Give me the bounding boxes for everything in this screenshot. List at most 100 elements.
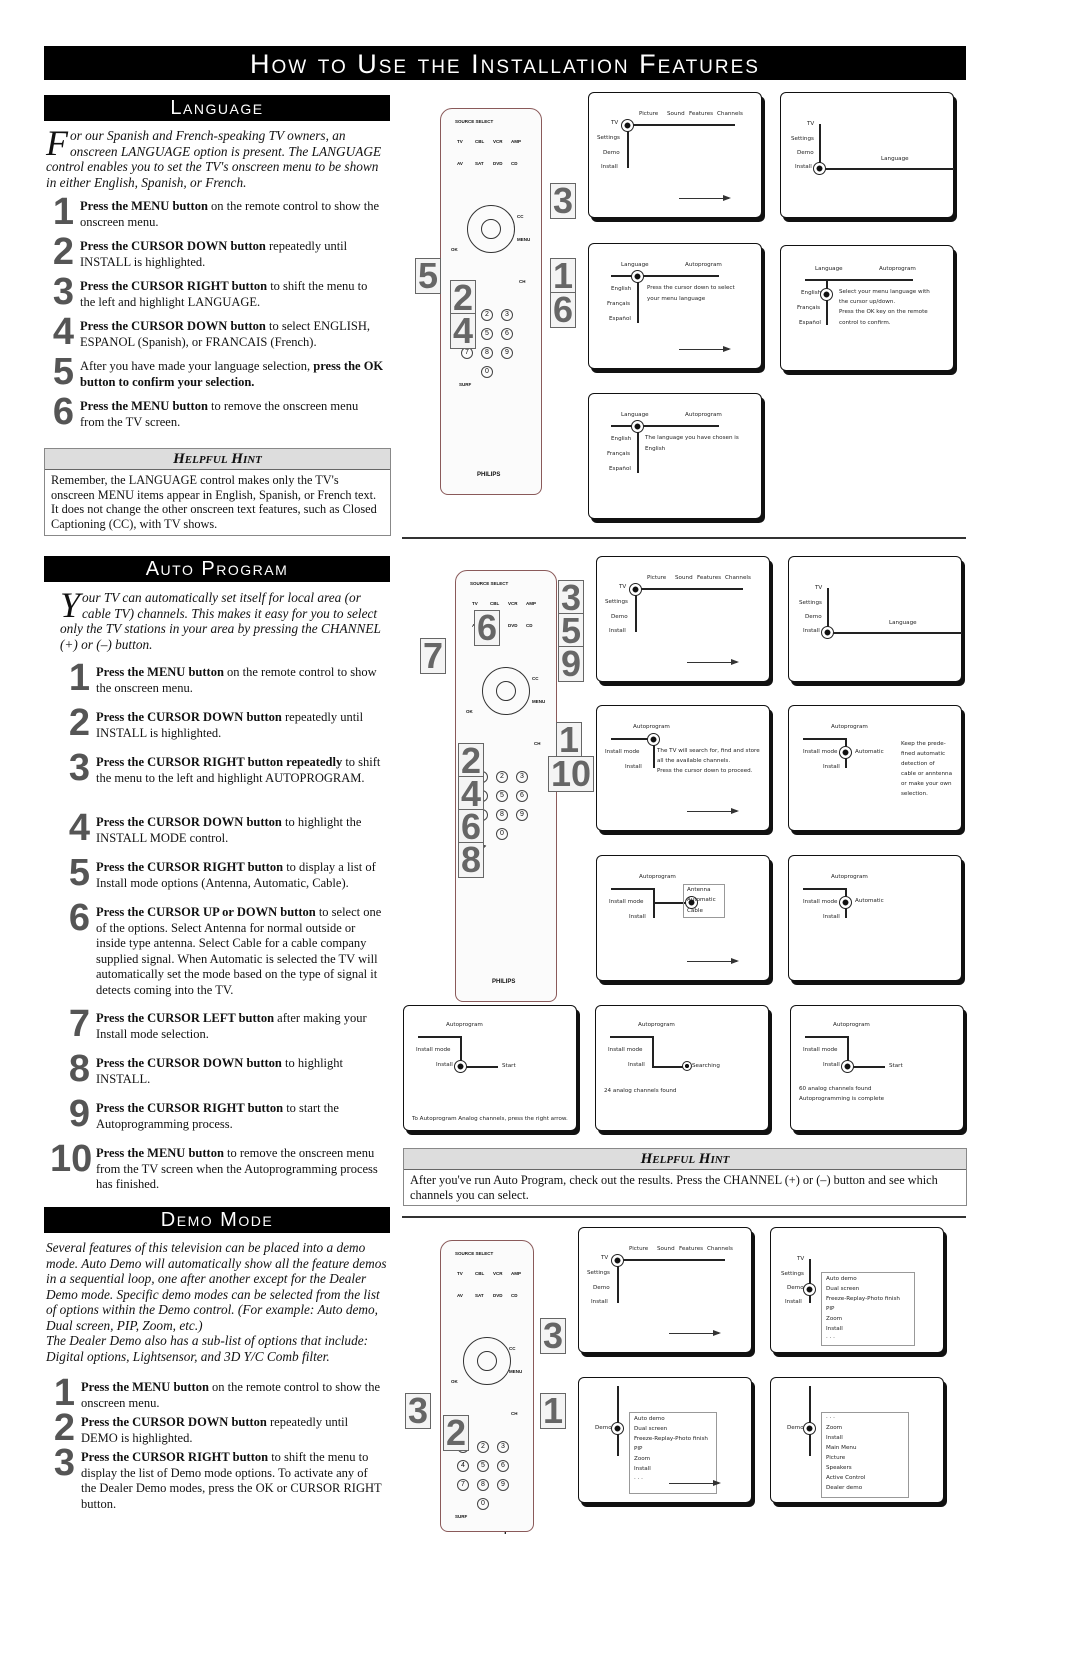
menu-line (418, 1036, 460, 1038)
menu-label: Zoom (826, 1316, 843, 1322)
callout-number: 3 (550, 183, 577, 219)
step-6: 6 Press the MENU button to remove the ons… (53, 393, 385, 431)
menu-label: Français (607, 301, 631, 307)
digit-button: 0 (477, 1498, 489, 1510)
remote-control-illustration: SOURCE SELECT TV CBL VCR AMP AV SAT DVD CD MENU OK… (440, 1240, 534, 1532)
remote-label: OK (451, 1379, 458, 1384)
step-text: Press the CURSOR UP or DOWN button to se… (96, 905, 382, 997)
remote-label: CBL (490, 601, 500, 606)
tv-screen-main-menu: Picture Sound Features Channels TV Settings D… (588, 92, 762, 218)
cursor-icon (839, 746, 852, 759)
step-3: 3 Press the CURSOR RIGHT button to shift … (53, 273, 385, 311)
digit-button: 0 (481, 366, 493, 378)
menu-label: Install (823, 914, 840, 920)
menu-label: Sound (657, 1246, 675, 1252)
menu-label: Main Menu (826, 1445, 857, 1451)
menu-label: Install (803, 628, 820, 634)
menu-label: Active Control (826, 1475, 866, 1481)
tv-screen-install-menu: TV Settings Demo Install Language (788, 556, 962, 682)
step-number: 5 (68, 852, 90, 894)
menu-label: TV (815, 585, 823, 591)
digit-button: 5 (496, 790, 508, 802)
step-text: Press the MENU button on the remote cont… (81, 1380, 381, 1410)
step-6: 6 Press the CURSOR UP or DOWN button to s… (69, 899, 388, 998)
step-number: 5 (52, 351, 74, 393)
menu-line (611, 425, 719, 427)
callout-number: 2 (443, 1415, 470, 1451)
step-number: 4 (52, 311, 74, 353)
remote-label: TV (457, 1271, 463, 1276)
menu-line (611, 888, 653, 890)
step-number: 6 (68, 897, 90, 939)
menu-label: Install (823, 1062, 840, 1068)
menu-label: Install mode (605, 749, 640, 755)
menu-label: Demo (593, 1285, 610, 1291)
remote-label: DVD (508, 623, 518, 628)
remote-label: AMP (526, 601, 536, 606)
tv-screen-install-menu: TV Settings Demo Install Language (780, 92, 954, 218)
cursor-icon (839, 896, 852, 909)
digit-button: 8 (496, 809, 508, 821)
menu-label: Features (697, 575, 722, 581)
cursor-icon (682, 1061, 692, 1071)
menu-label: Autoprogram (685, 262, 722, 268)
cursor-icon (629, 583, 642, 596)
menu-label: Speakers (826, 1465, 852, 1471)
step-text: Press the CURSOR DOWN button to highligh… (96, 1056, 344, 1086)
language-helpful-hint: Helpful Hint Remember, the LANGUAGE cont… (44, 448, 391, 536)
remote-label: OK (466, 709, 473, 714)
menu-line (821, 1272, 915, 1346)
remote-label: VCR (493, 1271, 503, 1276)
intro-text-2: The Dealer Demo also has a sub-list of o… (46, 1333, 369, 1364)
step-text: Press the CURSOR DOWN button repeatedly … (80, 239, 348, 269)
menu-label: Install (601, 164, 618, 170)
menu-label: Press the cursor down to select (647, 285, 735, 291)
digit-button: 2 (477, 1441, 489, 1453)
menu-label: Cable (687, 908, 703, 914)
menu-line (803, 738, 845, 740)
remote-label: AMP (511, 139, 521, 144)
step-text: Press the MENU button to remove the onsc… (96, 1146, 378, 1191)
callout-number: 1 (540, 1393, 567, 1429)
menu-line (635, 588, 743, 590)
menu-line (611, 275, 719, 277)
hint-title: Helpful Hint (404, 1149, 966, 1170)
menu-line (827, 632, 962, 634)
menu-label: Antenna (687, 887, 711, 893)
menu-label: Demo (797, 150, 814, 156)
hint-text: Remember, the LANGUAGE control makes onl… (51, 473, 377, 531)
menu-label: Automatic (855, 898, 884, 904)
callout-number: 7 (420, 638, 447, 674)
remote-label: DVD (493, 161, 503, 166)
menu-label: Install (785, 1299, 802, 1305)
cursor-icon (820, 288, 833, 301)
digit-button: 9 (516, 809, 528, 821)
remote-label: DVD (493, 1293, 503, 1298)
intro-text: or our Spanish and French-speaking TV ow… (46, 128, 382, 190)
menu-label: Autoprogram (685, 412, 722, 418)
callout-number: 5 (415, 258, 442, 294)
remote-label: CC (517, 214, 524, 219)
menu-label: your menu language (647, 296, 706, 302)
remote-label: CH (519, 279, 526, 284)
menu-label: Zoom (826, 1425, 843, 1431)
step-number: 7 (68, 1003, 90, 1045)
step-text: Press the CURSOR RIGHT button to shift t… (81, 1450, 382, 1511)
menu-label: Autoprogram (446, 1022, 483, 1028)
page-title: How to Use the Installation Features (44, 46, 966, 80)
menu-label: Install (823, 764, 840, 770)
tv-screen-mode-list: Autoprogram Install mode Install Antenna A… (596, 855, 770, 981)
menu-label: Autoprogram (639, 874, 676, 880)
step-5: 5 After you have made your language selec… (53, 353, 385, 391)
tv-screen-language-select: Language Autoprogram English Français Españ… (588, 243, 762, 369)
remote-label: CH (511, 1411, 518, 1416)
tv-screen-dealer-demo: Demo · · · Zoom Install Main Menu Picture Spe… (770, 1377, 944, 1503)
menu-label: The TV will search for, find and store (657, 748, 760, 754)
step-4: 4 Press the CURSOR DOWN button to select … (53, 313, 385, 351)
menu-label: Settings (799, 600, 822, 606)
step-1: 1 Press the MENU button on the remote con… (69, 659, 388, 697)
menu-label: Automatic (687, 897, 716, 903)
menu-label: Demo (787, 1285, 804, 1291)
callout-number: 6 (474, 610, 501, 646)
menu-line (805, 279, 913, 281)
